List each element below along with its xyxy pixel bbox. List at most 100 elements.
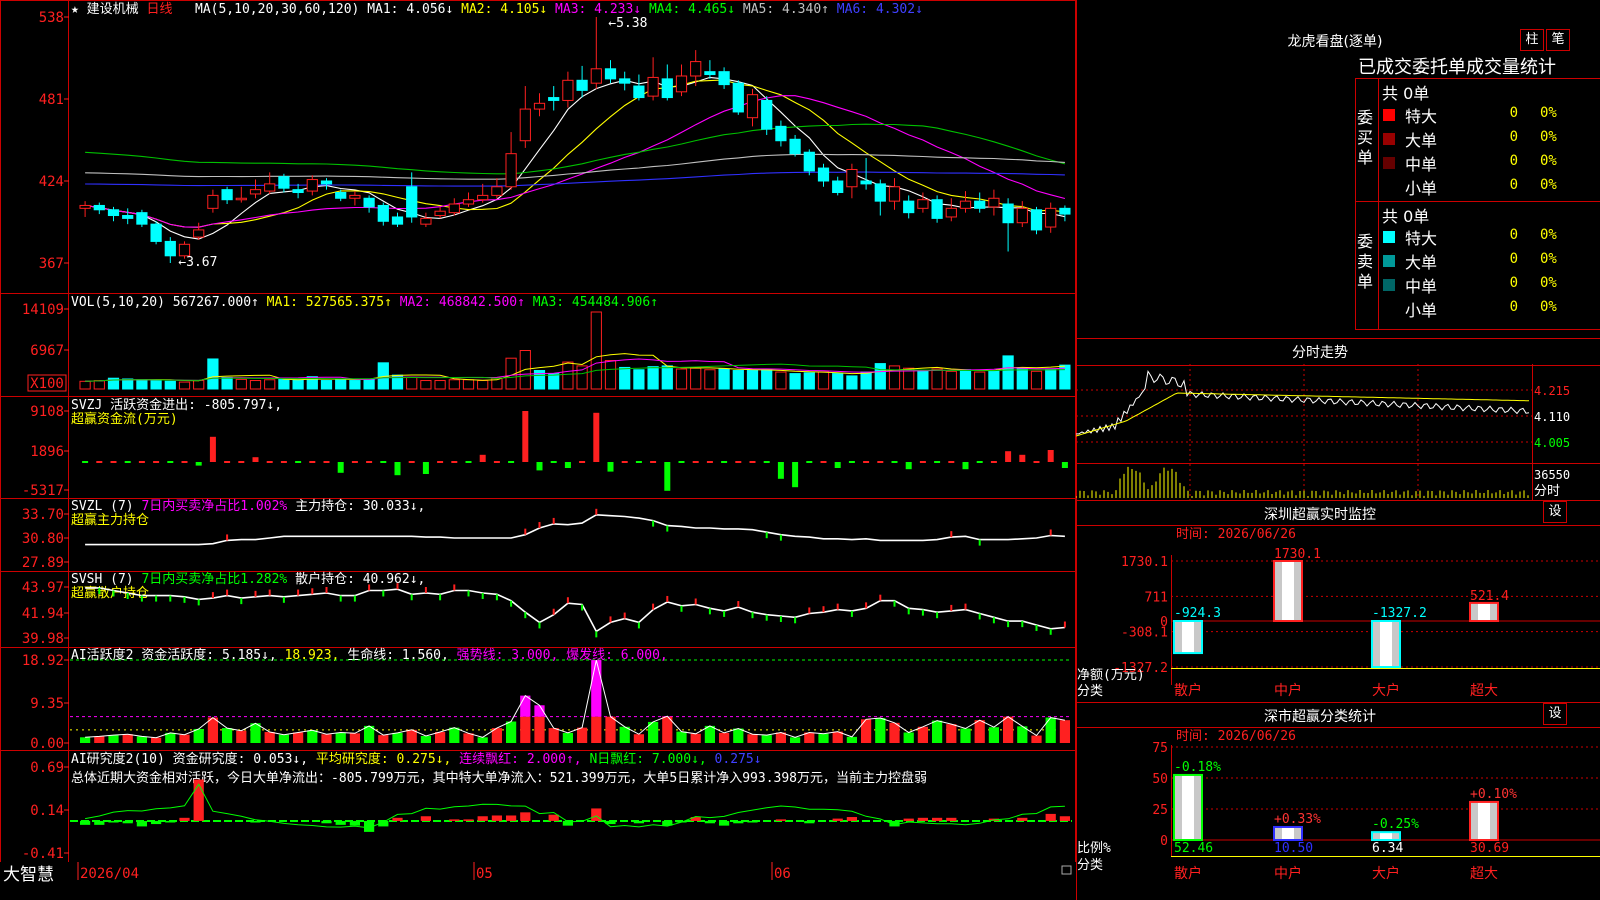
legend-item: AI活跃度2 资金活跃度: 5.185↓,	[71, 647, 277, 663]
classify-bar	[1173, 773, 1203, 841]
y-axis-tick-label: 1896	[30, 444, 64, 460]
brand-label: 大智慧	[3, 865, 54, 885]
volume-bar	[264, 379, 276, 390]
volume-bar	[789, 373, 801, 390]
legend-item: 超赢主力持仓	[71, 512, 149, 528]
intraday-unit: 分时	[1534, 484, 1560, 499]
ma-line-5	[85, 76, 1066, 240]
intraday-volume-axis: 36550	[1534, 468, 1570, 482]
candle	[718, 67, 730, 89]
candle	[633, 74, 645, 101]
candle	[562, 71, 574, 108]
volume-bar	[633, 369, 645, 390]
research-bar	[704, 820, 716, 824]
candle	[448, 198, 460, 216]
activity-bar	[236, 730, 247, 743]
sell-row-category: 小单	[1405, 301, 1438, 320]
intraday-chart[interactable]: 4.215 4.110 4.005 36550 分时	[1076, 364, 1600, 500]
volume-bar	[1016, 368, 1028, 390]
candle	[548, 86, 560, 111]
candle	[888, 178, 901, 210]
buy-row-swatch	[1383, 133, 1395, 145]
candle-body	[1059, 207, 1071, 215]
volume-bar	[1045, 368, 1057, 390]
candle-body	[903, 200, 915, 214]
activity-bar	[733, 728, 744, 743]
y-axis-tick-label: 41.94	[22, 606, 64, 622]
classify-ylabel: 比例%	[1077, 841, 1111, 856]
candle	[761, 96, 773, 135]
activity-bar	[1031, 735, 1042, 743]
research-bar	[633, 820, 645, 824]
monitor-bar	[1371, 620, 1401, 669]
candle	[959, 191, 972, 213]
activity-bar	[193, 728, 204, 743]
monitor-category: 散户	[1174, 682, 1202, 699]
monitor-bar-label: 1730.1	[1274, 547, 1321, 562]
legend-item: MA4: 4.465↓	[641, 2, 735, 17]
column-view-button[interactable]: 柱	[1520, 29, 1544, 51]
candle-body	[434, 210, 446, 217]
candle	[817, 163, 830, 187]
activity-bar	[576, 727, 588, 743]
classify-change-label: -0.18%	[1174, 760, 1221, 775]
candle-body	[874, 183, 886, 202]
main-chart-area[interactable]: 538 481 424 367 ★ 建设机械 日线 MA(5,10,20,30,60,1…	[0, 0, 1076, 900]
candle-body	[576, 79, 588, 91]
volume-bar	[803, 372, 815, 390]
legend-item: 连续飘红: 2.000↑,	[451, 751, 581, 767]
buy-row-category: 小单	[1405, 179, 1438, 198]
candle	[931, 195, 943, 223]
tick-view-button[interactable]: 笔	[1546, 29, 1570, 51]
stock-title-part: ★	[71, 2, 87, 17]
buy-row-count: 0	[1509, 153, 1518, 169]
monitor-settings-button[interactable]: 设	[1543, 501, 1567, 523]
y-axis-tick-label: 9.35	[30, 696, 64, 712]
candle-body	[718, 71, 730, 86]
volume-bar	[562, 361, 574, 390]
volume-bar	[249, 380, 262, 390]
classify-settings-button[interactable]: 设	[1543, 703, 1567, 725]
candle	[874, 179, 886, 216]
volume-bar	[860, 371, 872, 390]
volume-bar	[945, 370, 957, 390]
research-bar	[775, 819, 787, 821]
candle	[1059, 205, 1071, 222]
activity-bar	[250, 723, 261, 743]
activity-bar	[449, 727, 460, 743]
candle	[590, 17, 602, 89]
legend-item: 7日内买卖净占比1.002%	[134, 498, 288, 514]
research-bar	[321, 820, 332, 824]
retail-holding-line	[85, 587, 1065, 633]
vertical-label-char: 委	[1357, 108, 1374, 127]
candle-body	[448, 203, 460, 214]
legend-item: 主力持仓: 30.033↓,	[287, 499, 425, 514]
buy-row-swatch	[1383, 109, 1395, 121]
monitor-bar-label: 521.4	[1470, 589, 1509, 604]
activity-bar	[591, 716, 602, 743]
legend-item: AI研究度2(10) 资金研究度: 0.053↓,	[71, 751, 308, 767]
panel-frame	[0, 0, 1076, 294]
longhu-title: 龙虎看盘(逐单)	[1287, 34, 1383, 50]
monitor-bar-shine	[1478, 602, 1490, 621]
candle	[860, 157, 872, 190]
buy-row-count: 0	[1509, 129, 1518, 145]
activity-bar	[860, 719, 872, 743]
volume-bar	[690, 367, 702, 390]
flow-bar	[1047, 450, 1054, 462]
longhu-divider	[1378, 78, 1379, 329]
sell-row-swatch	[1383, 255, 1395, 267]
candle	[320, 178, 333, 190]
legend-item: MA5: 4.340↑	[735, 2, 829, 17]
candle	[477, 183, 489, 203]
research-bar	[150, 820, 162, 825]
classify-ratio-label: 10.50	[1274, 841, 1313, 856]
activity-bar	[420, 735, 432, 743]
candle-body	[945, 207, 957, 218]
classify-ratio-label: 52.46	[1174, 841, 1213, 856]
buy-row-category: 中单	[1405, 155, 1438, 174]
volume-bar	[746, 370, 759, 390]
legend-item: SVSH (7)	[71, 572, 134, 587]
research-bar	[917, 817, 929, 821]
volume-bar	[136, 379, 148, 390]
